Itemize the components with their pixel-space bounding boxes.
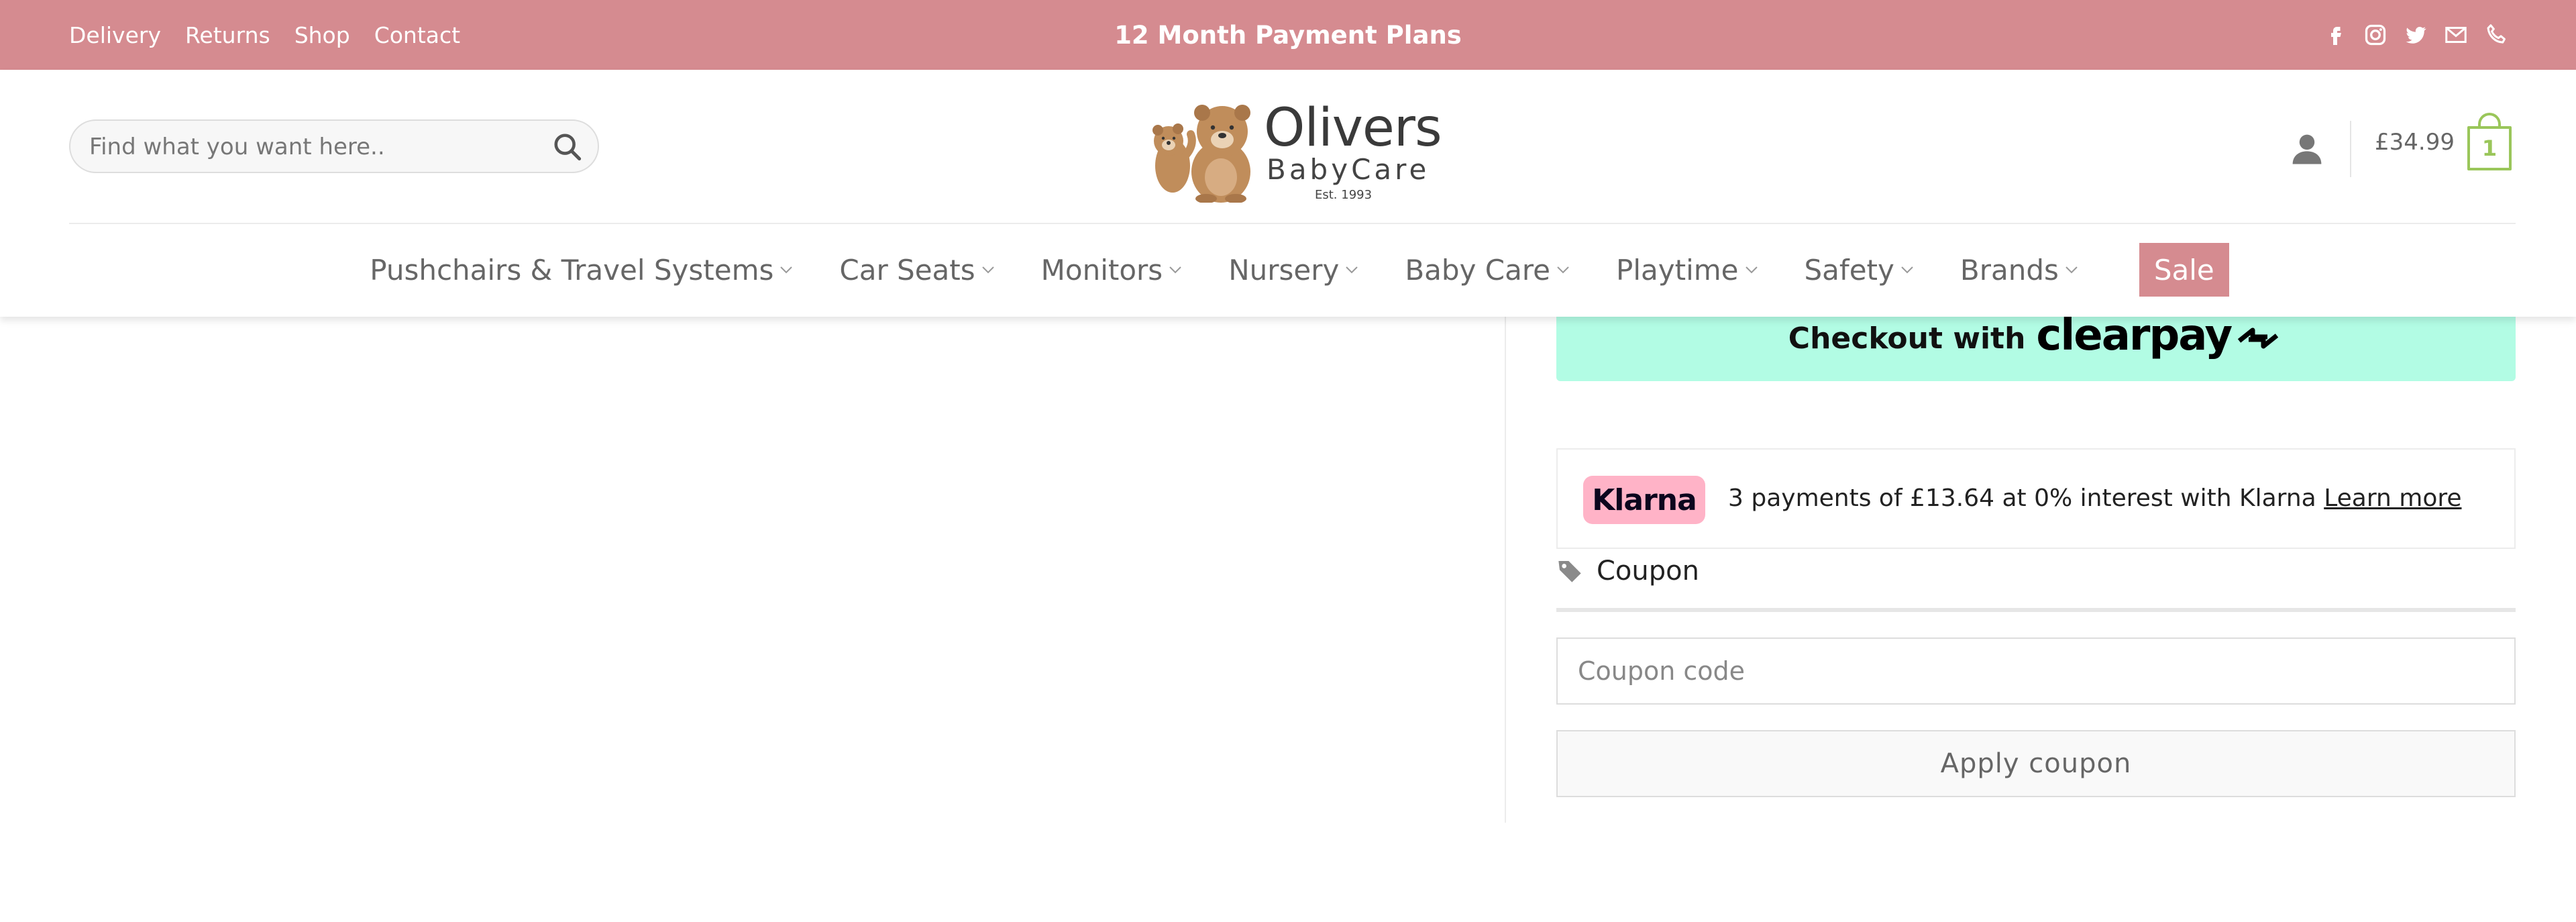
header-separator bbox=[2350, 121, 2351, 177]
logo-text-olivers: Olivers bbox=[1264, 98, 1442, 158]
coupon-code-input[interactable] bbox=[1556, 637, 2516, 705]
chevron-down-icon bbox=[1346, 266, 1358, 274]
nav-item-nursery[interactable]: Nursery bbox=[1228, 254, 1359, 287]
clearpay-arrows-icon bbox=[2238, 327, 2279, 349]
top-link-contact[interactable]: Contact bbox=[374, 22, 460, 48]
top-link-delivery[interactable]: Delivery bbox=[69, 22, 161, 48]
chevron-down-icon bbox=[1901, 266, 1913, 274]
coupon-heading: Coupon bbox=[1556, 552, 1699, 591]
chevron-down-icon bbox=[1745, 266, 1758, 274]
klarna-promo-box: Klarna 3 payments of £13.64 at 0% intere… bbox=[1556, 448, 2516, 549]
phone-icon[interactable] bbox=[2483, 22, 2509, 48]
nav-item-pushchairs[interactable]: Pushchairs & Travel Systems bbox=[370, 254, 794, 287]
facebook-icon[interactable] bbox=[2322, 22, 2348, 48]
chevron-down-icon bbox=[2065, 266, 2078, 274]
site-logo[interactable]: Olivers BabyCare Est. 1993 bbox=[1148, 97, 1442, 204]
nav-item-brands[interactable]: Brands bbox=[1960, 254, 2079, 287]
social-links bbox=[2322, 0, 2509, 70]
chevron-down-icon bbox=[981, 266, 994, 274]
instagram-icon[interactable] bbox=[2363, 22, 2388, 48]
logo-text-babycare: BabyCare bbox=[1267, 153, 1430, 186]
cart-total[interactable]: £34.99 bbox=[2375, 129, 2455, 156]
nav-item-car-seats[interactable]: Car Seats bbox=[839, 254, 995, 287]
clearpay-brand: clearpay bbox=[2036, 311, 2233, 360]
promo-text[interactable]: 12 Month Payment Plans bbox=[1114, 21, 1462, 50]
logo-text-established: Est. 1993 bbox=[1315, 188, 1373, 202]
nav-item-sale[interactable]: Sale bbox=[2139, 243, 2229, 297]
main-nav: Pushchairs & Travel Systems Car Seats Mo… bbox=[0, 242, 2576, 298]
coupon-heading-label: Coupon bbox=[1597, 556, 1699, 586]
clearpay-checkout-label: Checkout with bbox=[1788, 321, 2026, 356]
klarna-learn-more-link[interactable]: Learn more bbox=[2324, 484, 2461, 512]
coupon-divider bbox=[1556, 608, 2516, 612]
search-icon[interactable] bbox=[552, 132, 583, 162]
chevron-down-icon bbox=[780, 266, 793, 274]
bear-logo-icon bbox=[1152, 105, 1250, 203]
top-links: Delivery Returns Shop Contact bbox=[69, 0, 460, 70]
twitter-icon[interactable] bbox=[2403, 22, 2428, 48]
nav-item-safety[interactable]: Safety bbox=[1805, 254, 1915, 287]
klarna-badge: Klarna bbox=[1583, 476, 1705, 524]
header-divider bbox=[69, 223, 2516, 224]
chevron-down-icon bbox=[1169, 266, 1181, 274]
apply-coupon-button[interactable]: Apply coupon bbox=[1556, 730, 2516, 797]
chevron-down-icon bbox=[1557, 266, 1569, 274]
site-header: Olivers BabyCare Est. 1993 £34.99 1 Push… bbox=[0, 70, 2576, 317]
email-icon[interactable] bbox=[2443, 22, 2469, 48]
nav-item-monitors[interactable]: Monitors bbox=[1041, 254, 1183, 287]
cart-button[interactable]: 1 bbox=[2467, 113, 2516, 174]
top-link-returns[interactable]: Returns bbox=[185, 22, 270, 48]
tag-icon bbox=[1558, 561, 1581, 582]
nav-item-baby-care[interactable]: Baby Care bbox=[1405, 254, 1570, 287]
top-link-shop[interactable]: Shop bbox=[294, 22, 350, 48]
klarna-message: 3 payments of £13.64 at 0% interest with… bbox=[1728, 484, 2462, 512]
top-bar: Delivery Returns Shop Contact 12 Month P… bbox=[0, 0, 2576, 70]
cart-count: 1 bbox=[2481, 136, 2498, 161]
search-bar bbox=[69, 119, 599, 173]
search-input[interactable] bbox=[88, 121, 533, 173]
account-icon[interactable] bbox=[2289, 131, 2325, 167]
nav-item-playtime[interactable]: Playtime bbox=[1616, 254, 1758, 287]
column-divider bbox=[1505, 317, 1506, 823]
